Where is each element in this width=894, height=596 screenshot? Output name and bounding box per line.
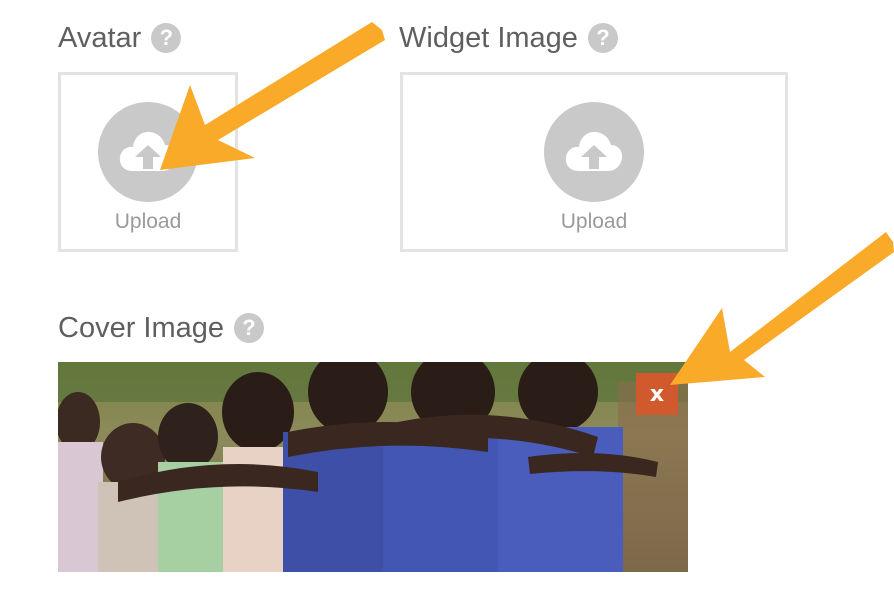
- widget-image-field-label: Widget Image ?: [399, 21, 618, 55]
- cover-image-label: Cover Image: [58, 312, 225, 344]
- widget-image-help-icon[interactable]: ?: [587, 23, 618, 53]
- widget-image-upload-dropzone[interactable]: Upload: [400, 72, 788, 252]
- avatar-upload-label: Upload: [114, 210, 182, 233]
- cover-image-help-icon[interactable]: ?: [234, 313, 265, 343]
- widget-image-label: Widget Image: [399, 22, 578, 54]
- cloud-upload-icon: [544, 102, 644, 202]
- cover-image-photo: [58, 362, 688, 572]
- avatar-upload-dropzone[interactable]: Upload: [58, 72, 238, 252]
- cloud-upload-icon: [98, 102, 198, 202]
- avatar-label: Avatar: [58, 22, 142, 54]
- avatar-field-label: Avatar ?: [58, 21, 182, 55]
- cover-image-field-label: Cover Image ?: [58, 311, 265, 345]
- widget-image-upload-label: Upload: [560, 210, 628, 233]
- avatar-help-icon[interactable]: ?: [151, 23, 182, 53]
- remove-cover-image-button[interactable]: x: [636, 373, 678, 415]
